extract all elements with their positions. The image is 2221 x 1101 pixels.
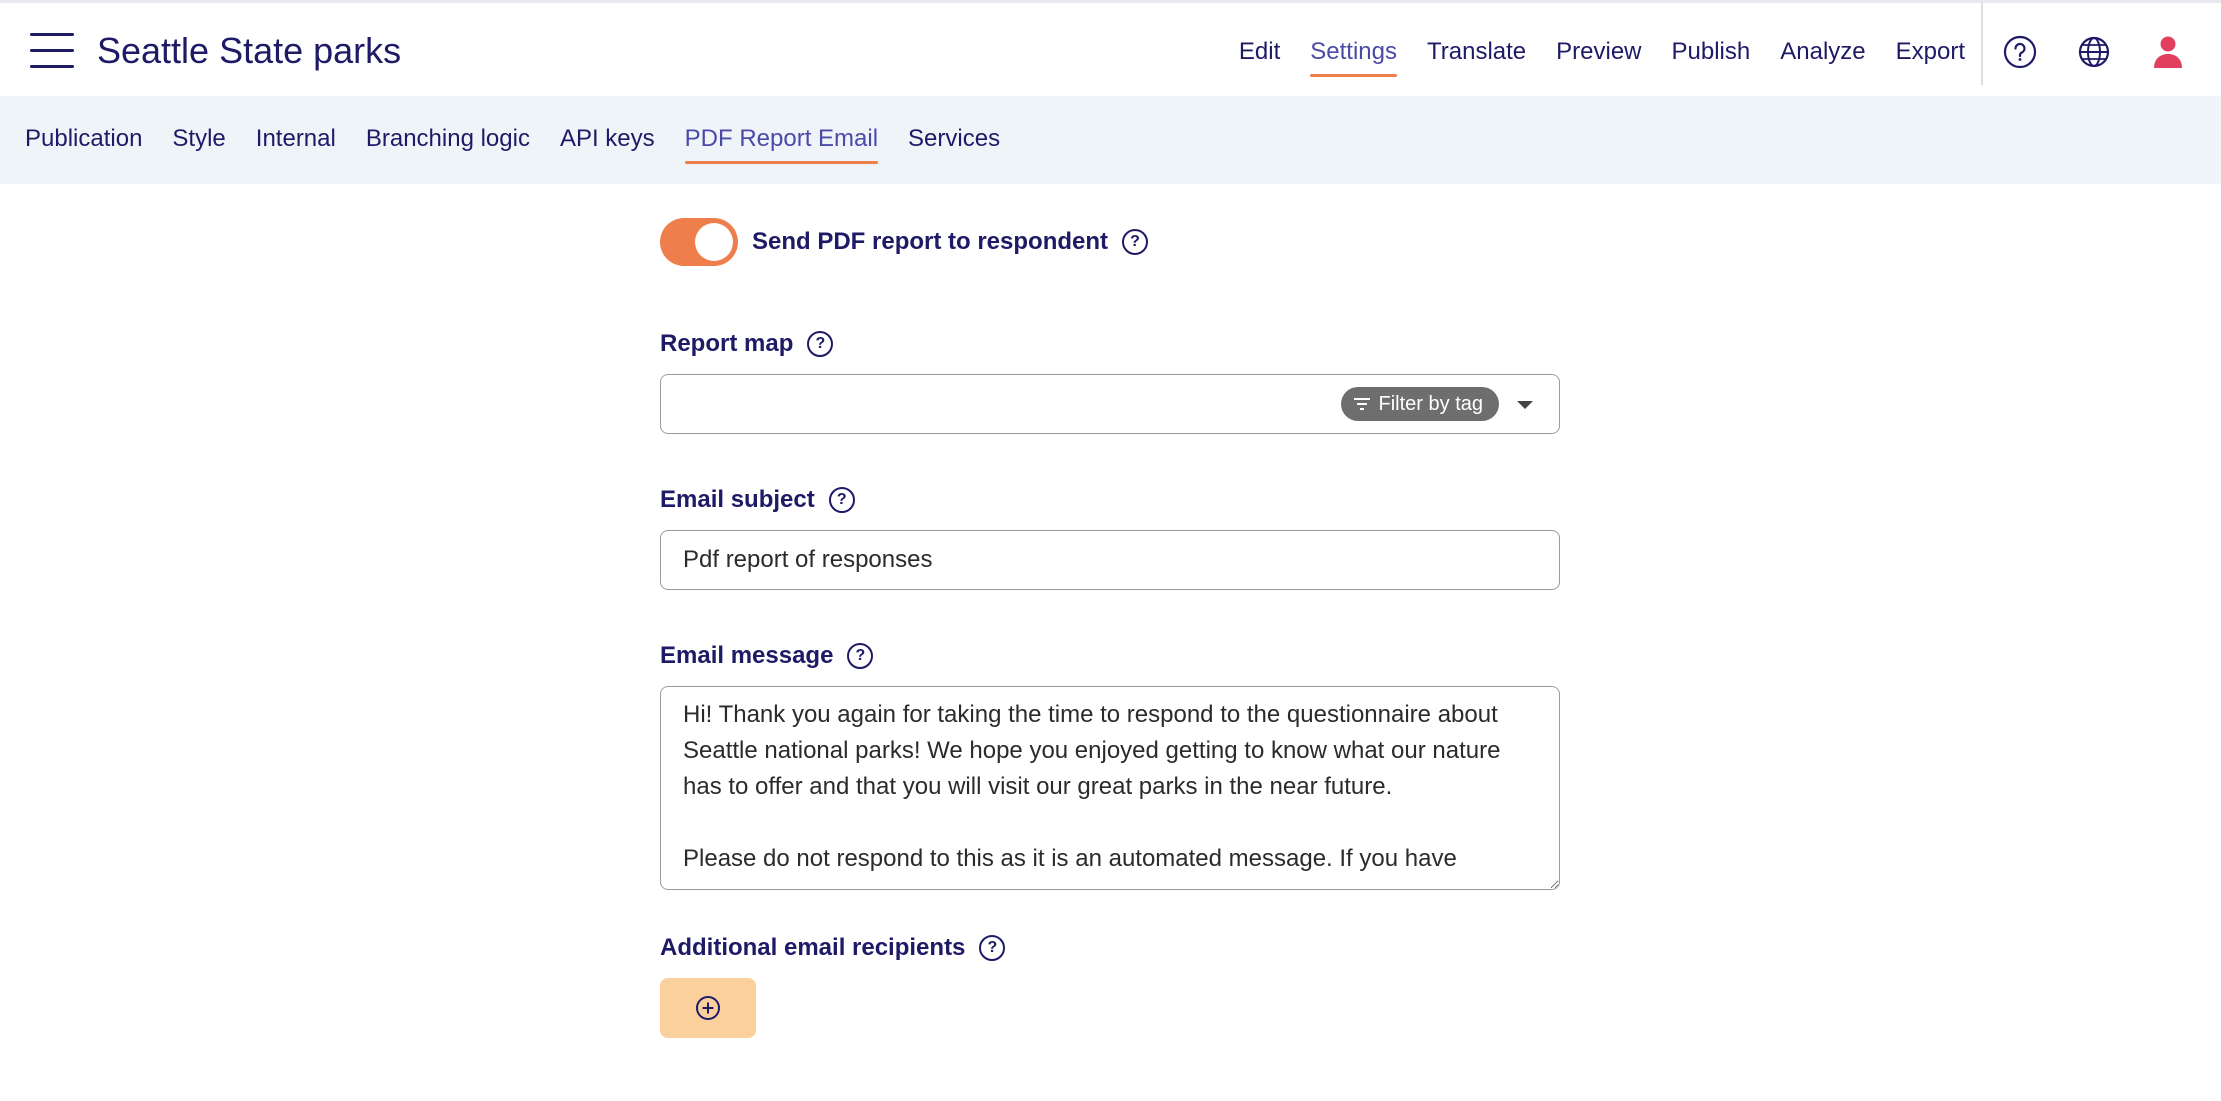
tab-style[interactable]: Style — [172, 122, 225, 162]
toggle-knob — [695, 223, 733, 261]
tab-services[interactable]: Services — [908, 122, 1000, 162]
report-map-label: Report map — [660, 330, 794, 357]
nav-edit[interactable]: Edit — [1239, 35, 1280, 75]
nav-publish[interactable]: Publish — [1672, 35, 1751, 75]
send-pdf-label: Send PDF report to respondent — [752, 228, 1109, 255]
help-icon[interactable]: ? — [1122, 229, 1149, 255]
settings-subnav: Publication Style Internal Branching log… — [0, 96, 2221, 184]
add-recipient-button[interactable] — [660, 978, 756, 1038]
settings-tabs: Publication Style Internal Branching log… — [25, 122, 1000, 164]
filter-icon — [1353, 398, 1370, 410]
help-icon[interactable]: ? — [847, 643, 874, 669]
report-map-label-row: Report map ? — [660, 330, 834, 358]
tab-branching-logic[interactable]: Branching logic — [366, 122, 530, 162]
filter-by-tag-label: Filter by tag — [1378, 392, 1483, 415]
tab-pdf-report-email[interactable]: PDF Report Email — [684, 122, 879, 164]
plus-circle-icon — [696, 996, 720, 1020]
nav-preview[interactable]: Preview — [1556, 35, 1641, 75]
nav-translate[interactable]: Translate — [1427, 35, 1526, 75]
additional-recipients-label-row: Additional email recipients ? — [660, 934, 1006, 962]
help-icon[interactable]: ? — [807, 331, 834, 357]
tab-internal[interactable]: Internal — [256, 122, 336, 162]
header-divider — [1981, 3, 1983, 85]
top-nav: Edit Settings Translate Preview Publish … — [1239, 35, 1965, 77]
globe-icon[interactable] — [2075, 33, 2113, 71]
help-icon[interactable]: ? — [828, 487, 855, 513]
email-message-label: Email message — [660, 642, 834, 669]
email-subject-label: Email subject — [660, 486, 815, 513]
send-pdf-row: Send PDF report to respondent ? — [660, 218, 1149, 266]
filter-by-tag-chip[interactable]: Filter by tag — [1340, 387, 1499, 421]
tab-api-keys[interactable]: API keys — [560, 122, 655, 162]
email-message-textarea[interactable]: Hi! Thank you again for taking the time … — [660, 686, 1560, 890]
help-circle-icon[interactable] — [2001, 33, 2039, 71]
chevron-down-icon[interactable] — [1517, 401, 1533, 409]
email-subject-input[interactable] — [660, 530, 1560, 590]
top-bar: Seattle State parks Edit Settings Transl… — [0, 0, 2221, 96]
nav-analyze[interactable]: Analyze — [1780, 35, 1865, 75]
user-icon[interactable] — [2149, 33, 2187, 71]
email-subject-label-row: Email subject ? — [660, 486, 855, 514]
additional-recipients-label: Additional email recipients — [660, 934, 966, 961]
app-title: Seattle State parks — [97, 30, 402, 71]
nav-export[interactable]: Export — [1896, 35, 1965, 75]
nav-settings[interactable]: Settings — [1310, 35, 1397, 77]
report-map-select[interactable]: Filter by tag — [660, 374, 1560, 434]
send-pdf-toggle[interactable] — [660, 218, 738, 266]
help-icon[interactable]: ? — [979, 935, 1006, 961]
tab-publication[interactable]: Publication — [25, 122, 142, 162]
hamburger-menu-icon[interactable] — [30, 33, 74, 69]
email-message-label-row: Email message ? — [660, 642, 874, 670]
